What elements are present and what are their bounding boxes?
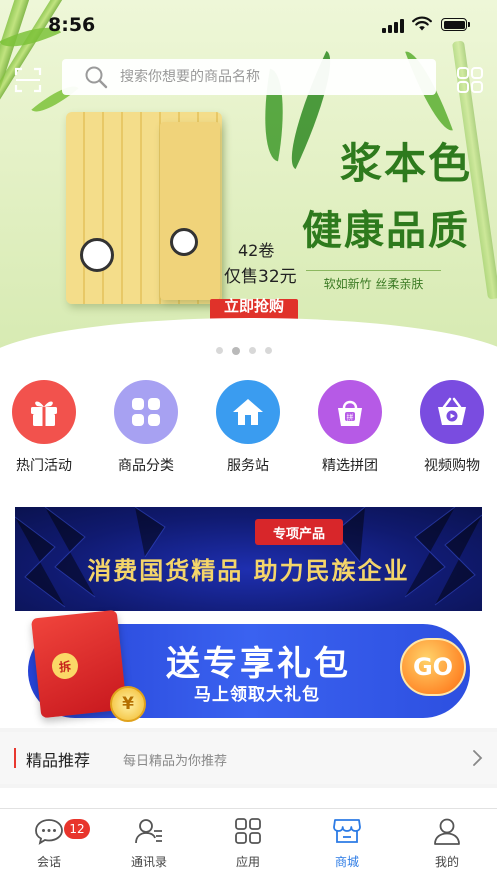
- banner-count: 42卷: [238, 241, 275, 260]
- category-group-buy[interactable]: 拼 精选拼团: [305, 380, 395, 475]
- grid-menu-icon[interactable]: [456, 66, 484, 94]
- tissue-pack-side-image: [160, 122, 220, 300]
- contacts-icon: [133, 815, 165, 847]
- search-bar[interactable]: [62, 59, 436, 95]
- gift-promo-title: 送专享礼包: [166, 644, 351, 684]
- gift-promo-subtitle: 马上领取大礼包: [194, 685, 320, 705]
- promo-national-products[interactable]: 专项产品 消费国货精品 助力民族企业: [15, 507, 482, 611]
- category-label: 商品分类: [118, 458, 174, 474]
- banner-wave: [0, 318, 497, 362]
- tab-label: 会话: [36, 855, 61, 869]
- banner-tagline: 软如新竹 丝柔亲肤: [306, 270, 441, 292]
- category-label: 热门活动: [16, 458, 72, 474]
- panda-logo: [170, 228, 198, 256]
- wifi-icon: [412, 16, 432, 31]
- coin-icon: ¥: [110, 686, 146, 722]
- svg-text:拼: 拼: [347, 413, 354, 422]
- category-label: 精选拼团: [322, 458, 378, 474]
- search-input[interactable]: [120, 69, 400, 85]
- signal-icon: [382, 19, 406, 33]
- tab-label: 我的: [434, 855, 459, 869]
- gift-icon: [12, 380, 76, 444]
- promo-tag: 专项产品: [255, 519, 343, 545]
- tab-label: 应用: [235, 855, 260, 869]
- carousel-dot-active[interactable]: [232, 346, 240, 355]
- category-hot-activities[interactable]: 热门活动: [0, 380, 89, 475]
- category-product-types[interactable]: 商品分类: [101, 380, 191, 475]
- category-label: 服务站: [227, 458, 269, 474]
- battery-icon: [441, 18, 470, 31]
- tab-label: 通讯录: [130, 855, 167, 869]
- go-button[interactable]: GO: [400, 638, 466, 696]
- tab-profile[interactable]: 我的: [407, 815, 487, 870]
- tab-label: 商城: [334, 855, 359, 869]
- panda-logo: [80, 238, 114, 272]
- video-basket-icon: [420, 380, 484, 444]
- category-video-shopping[interactable]: 视频购物: [407, 380, 497, 475]
- carousel-dot[interactable]: [265, 347, 272, 354]
- promo-slogan: 消费国货精品 助力民族企业: [87, 557, 410, 585]
- recommend-title: 精品推荐: [26, 751, 91, 770]
- tab-contacts[interactable]: 通讯录: [109, 815, 189, 870]
- category-label: 视频购物: [424, 458, 480, 474]
- banner-headline-1: 浆本色: [340, 139, 473, 188]
- carousel-dot[interactable]: [249, 347, 256, 354]
- carousel-indicator: [216, 346, 272, 355]
- recommend-subtitle: 每日精品为你推荐: [123, 754, 228, 769]
- store-icon: [331, 815, 363, 847]
- tab-apps[interactable]: 应用: [208, 815, 288, 870]
- hero-banner[interactable]: 浆本色 健康品质 软如新竹 丝柔亲肤 42卷 仅售32元 立即抢购 >>: [0, 0, 497, 362]
- home-icon: [216, 380, 280, 444]
- apps-icon: [232, 815, 264, 847]
- chevron-right-icon[interactable]: [469, 749, 485, 767]
- status-bar: 8:56: [0, 0, 497, 52]
- search-icon: [85, 66, 108, 89]
- profile-icon: [431, 815, 463, 847]
- tab-store[interactable]: 商城: [307, 815, 387, 870]
- grid-icon: [114, 380, 178, 444]
- banner-price: 仅售32元: [224, 267, 297, 287]
- chat-icon: [33, 815, 65, 847]
- status-time: 8:56: [48, 14, 96, 36]
- category-service-station[interactable]: 服务站: [203, 380, 293, 475]
- carousel-dot[interactable]: [216, 347, 223, 354]
- section-accent-bar: [14, 748, 16, 768]
- shopping-bag-icon: 拼: [318, 380, 382, 444]
- scan-icon[interactable]: [14, 66, 42, 94]
- banner-headline-2: 健康品质: [302, 208, 470, 254]
- unread-badge: 12: [64, 819, 90, 839]
- category-nav: 热门活动 商品分类 服务站 拼 精选拼团 视频购物: [0, 380, 497, 480]
